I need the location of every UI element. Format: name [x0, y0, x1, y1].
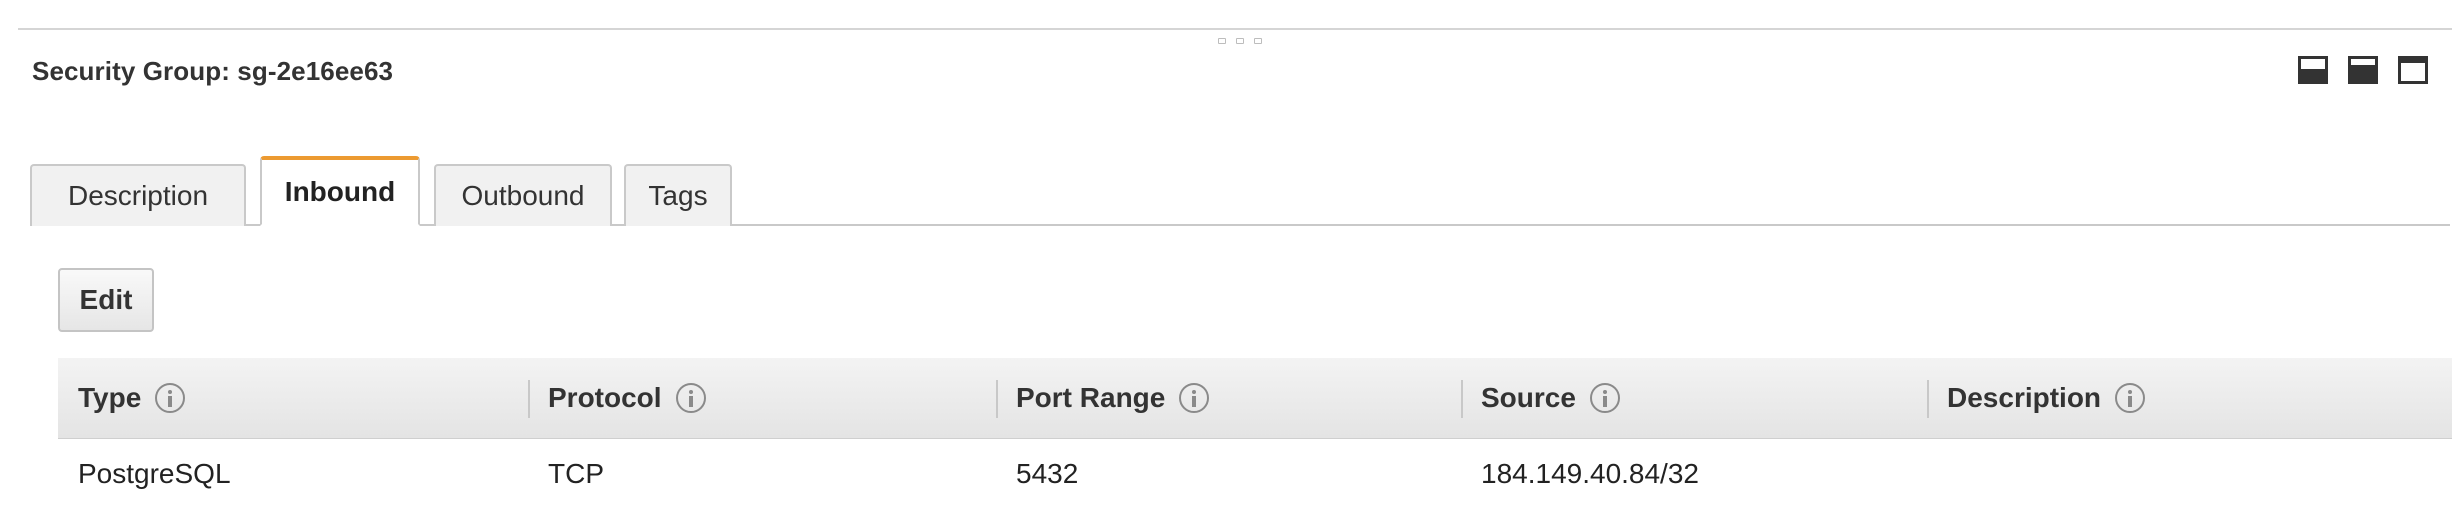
- resize-handle[interactable]: [1218, 38, 1262, 44]
- column-header-type[interactable]: Type: [78, 358, 186, 438]
- drag-dot-icon: [1236, 38, 1244, 44]
- cell-protocol: TCP: [548, 458, 604, 489]
- column-divider[interactable]: [996, 380, 998, 418]
- cell-source: 184.149.40.84/32: [1481, 458, 1699, 489]
- column-header-description[interactable]: Description: [1947, 358, 2146, 438]
- table-header: Type Protocol Port Range Source Descript…: [58, 358, 2452, 439]
- tab-bar: Description Inbound Outbound Tags: [30, 126, 2450, 226]
- info-icon[interactable]: [1589, 383, 1620, 413]
- inbound-rules-table: Type Protocol Port Range Source Descript…: [58, 358, 2452, 509]
- drag-dot-icon: [1254, 38, 1262, 44]
- drag-dot-icon: [1218, 38, 1226, 44]
- layout-controls: [2298, 56, 2428, 84]
- column-header-protocol[interactable]: Protocol: [548, 358, 706, 438]
- panel-title: Security Group: sg-2e16ee63: [32, 56, 394, 86]
- table-row[interactable]: PostgreSQL TCP 5432 184.149.40.84/32: [58, 439, 2452, 509]
- column-divider[interactable]: [1461, 380, 1463, 418]
- column-divider[interactable]: [528, 380, 530, 418]
- layout-bottom-icon[interactable]: [2298, 56, 2328, 84]
- tab-inbound[interactable]: Inbound: [260, 156, 420, 226]
- layout-split-icon[interactable]: [2348, 56, 2378, 84]
- security-group-panel: Security Group: sg-2e16ee63 Description …: [18, 28, 2452, 489]
- tab-tags[interactable]: Tags: [624, 164, 732, 226]
- layout-full-icon[interactable]: [2398, 56, 2428, 84]
- column-header-source[interactable]: Source: [1481, 358, 1620, 438]
- info-icon[interactable]: [675, 383, 706, 413]
- info-icon[interactable]: [155, 383, 186, 413]
- column-header-port-range[interactable]: Port Range: [1016, 358, 1210, 438]
- info-icon[interactable]: [1179, 383, 1210, 413]
- cell-port-range: 5432: [1016, 458, 1079, 489]
- column-divider[interactable]: [1927, 380, 1929, 418]
- edit-button[interactable]: Edit: [58, 268, 154, 332]
- tab-description[interactable]: Description: [30, 164, 246, 226]
- cell-type: PostgreSQL: [78, 458, 231, 489]
- tab-outbound[interactable]: Outbound: [434, 164, 612, 226]
- info-icon[interactable]: [2115, 383, 2146, 413]
